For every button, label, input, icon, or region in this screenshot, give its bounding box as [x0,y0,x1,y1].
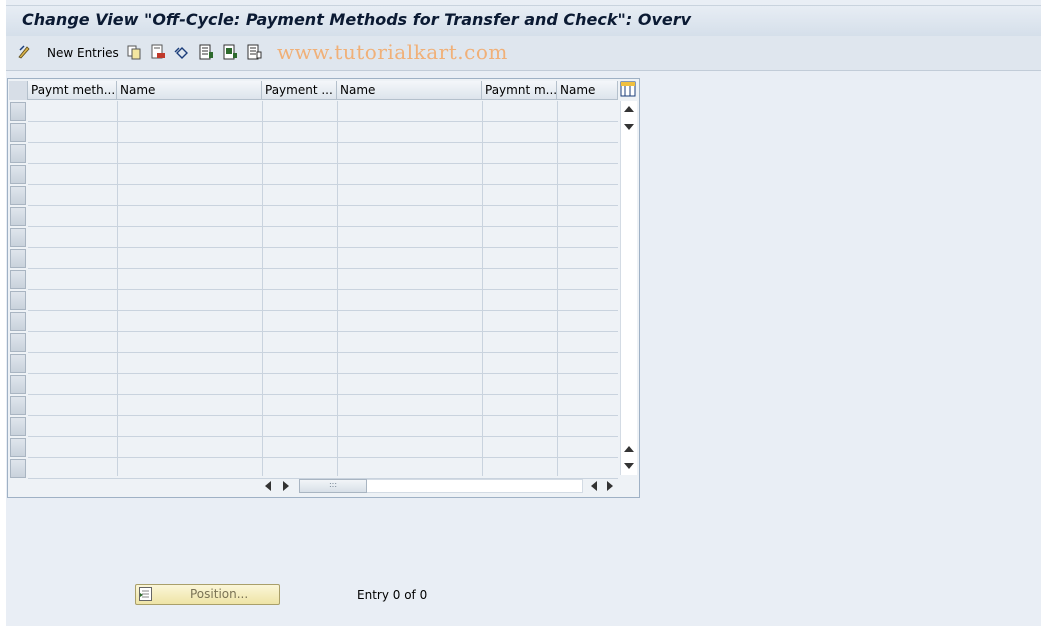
row-selector[interactable] [10,144,26,163]
column-divider [337,101,338,476]
scroll-left-icon[interactable] [265,481,271,491]
horizontal-scroll-thumb[interactable]: ::: [299,479,367,493]
delete-icon[interactable] [150,44,166,62]
row-selector[interactable] [10,228,26,247]
row-selector[interactable] [10,459,26,478]
column-divider [482,101,483,476]
column-header-name-2[interactable]: Name [337,81,482,100]
column-divider [557,101,558,476]
row-selector[interactable] [10,438,26,457]
row-selector[interactable] [10,270,26,289]
page-title: Change View "Off-Cycle: Payment Methods … [22,10,692,29]
row-selector[interactable] [10,102,26,121]
column-divider [262,101,263,476]
row-selector[interactable] [10,417,26,436]
scroll-page-down-icon[interactable] [624,463,634,469]
column-header-payment-method-1[interactable]: Paymt meth.... [28,81,117,100]
scroll-far-left-icon[interactable] [591,481,597,491]
scroll-up-icon[interactable] [624,106,634,112]
undo-icon[interactable] [174,44,190,62]
row-selector[interactable] [10,354,26,373]
column-header-payment-method-2[interactable]: Payment ... [262,81,337,100]
entry-count-text: Entry 0 of 0 [357,588,428,602]
table-settings-icon[interactable] [620,81,636,97]
scroll-right-icon[interactable] [283,481,289,491]
column-header-name-3[interactable]: Name [557,81,618,100]
row-selector[interactable] [10,123,26,142]
row-selector[interactable] [10,249,26,268]
title-bar: Change View "Off-Cycle: Payment Methods … [6,5,1041,37]
select-all-rows-cell[interactable] [9,81,28,100]
position-button[interactable]: Position... [135,584,280,605]
scroll-far-right-icon[interactable] [607,481,613,491]
display-change-icon[interactable] [17,44,33,62]
select-all-icon[interactable] [198,44,214,62]
row-selector[interactable] [10,291,26,310]
row-selector[interactable] [10,375,26,394]
column-header-payment-method-3[interactable]: Paymnt m... [482,81,557,100]
application-toolbar: New Entries www.tutorialkart.com [6,36,1041,71]
scroll-page-up-icon[interactable] [624,446,634,452]
horizontal-scrollbar[interactable]: ::: [261,477,617,495]
row-selector[interactable] [10,165,26,184]
column-divider [117,101,118,476]
vertical-scrollbar[interactable] [620,101,637,475]
new-entries-button[interactable]: New Entries [47,46,119,60]
deselect-all-icon[interactable] [246,44,262,62]
row-selector[interactable] [10,396,26,415]
row-selector[interactable] [10,333,26,352]
table-header: Paymt meth.... Name Payment ... Name Pay… [8,79,639,101]
entries-table: Paymt meth.... Name Payment ... Name Pay… [7,78,640,498]
row-selector[interactable] [10,312,26,331]
scroll-down-icon[interactable] [624,124,634,130]
position-icon [139,587,152,601]
watermark-text: www.tutorialkart.com [277,40,508,64]
select-block-icon[interactable] [222,44,238,62]
row-selector[interactable] [10,186,26,205]
copy-icon[interactable] [126,44,142,62]
row-selector[interactable] [10,207,26,226]
position-button-label: Position... [190,587,249,601]
column-header-name-1[interactable]: Name [117,81,262,100]
window-frame [0,0,6,626]
